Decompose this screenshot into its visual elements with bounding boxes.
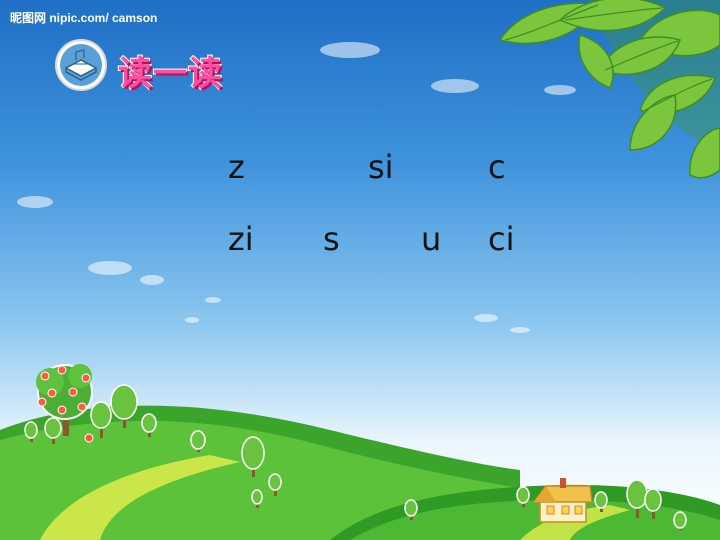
syllable-u: u	[421, 220, 442, 258]
syllable-ci: ci	[488, 220, 515, 258]
syllable-zi: zi	[228, 220, 254, 258]
slide: 昵图网 nipic.com/ camson 读一读 z si c zi s u …	[0, 0, 720, 540]
syllable-si: si	[368, 148, 394, 186]
scene-background	[0, 0, 720, 540]
leaf-icon	[498, 0, 720, 179]
book-icon	[55, 39, 107, 91]
syllable-s: s	[323, 220, 340, 258]
house-icon	[532, 478, 593, 523]
syllable-z: z	[228, 148, 245, 186]
slide-title: 读一读	[117, 54, 223, 94]
watermark: 昵图网 nipic.com/ camson	[10, 11, 158, 25]
syllable-c: c	[488, 148, 506, 186]
